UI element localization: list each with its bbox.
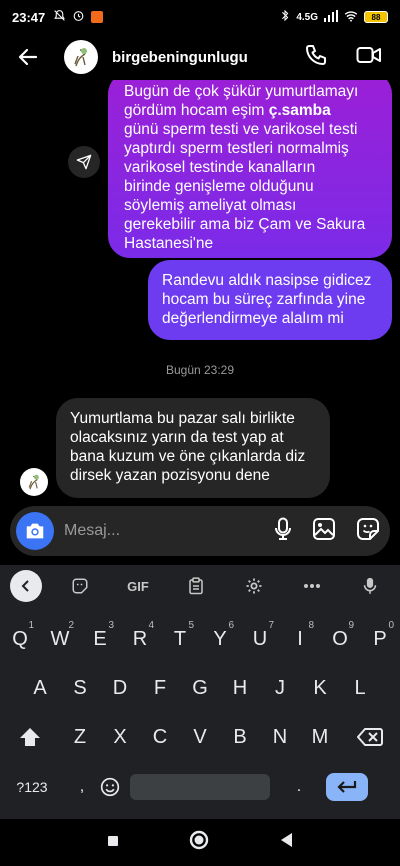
network-label: 4.5G (296, 11, 318, 23)
key[interactable]: Y6 (200, 617, 240, 661)
symbols-key[interactable]: ?123 (0, 765, 64, 809)
key[interactable]: Z (60, 715, 100, 759)
chat-username[interactable]: birgebeningunlugu (112, 49, 248, 66)
app-notification-icon (91, 11, 104, 23)
key[interactable]: O9 (320, 617, 360, 661)
message-line: yaptırdı sperm testleri normalmiş (124, 140, 349, 157)
message-line: dirsek yazan pozisyonu dene (70, 467, 270, 484)
mention-text[interactable]: ç.samba (269, 102, 331, 119)
gif-button[interactable]: GIF (118, 579, 158, 594)
settings-gear-icon[interactable] (234, 577, 274, 595)
keyboard-toolbar: GIF (0, 565, 400, 607)
key[interactable]: V (180, 715, 220, 759)
on-screen-keyboard: GIF Q1 W2 E3 R4 T5 Y6 U7 I8 O9 P0 A S D … (0, 565, 400, 819)
phone-call-icon[interactable] (304, 43, 328, 72)
sender-avatar[interactable] (20, 468, 48, 496)
alarm-icon (72, 9, 85, 25)
space-bar[interactable] (130, 774, 270, 800)
key[interactable]: W2 (40, 617, 80, 661)
backspace-key-icon[interactable] (340, 715, 400, 759)
key[interactable]: Q1 (0, 617, 40, 661)
status-time: 23:47 (12, 9, 46, 25)
message-line: gerekebilir ama biz Çam ve Sakura (124, 216, 366, 233)
message-line: varikosel testinde kanalların (124, 159, 316, 176)
key[interactable]: P0 (360, 617, 400, 661)
message-line: Hastanesi'ne (124, 235, 214, 252)
key[interactable]: A (20, 666, 60, 710)
status-bar: 23:47 4.5G 88 (0, 0, 400, 34)
message-input[interactable]: Mesaj... (64, 522, 120, 540)
key-row-2: A S D F G H J K L (0, 666, 400, 710)
key[interactable]: F (140, 666, 180, 710)
incoming-message[interactable]: Yumurtlama bu pazar salı birlikte olacak… (56, 398, 330, 498)
more-options-icon[interactable] (292, 583, 332, 589)
signal-icon (324, 9, 338, 25)
collapse-toolbar-button[interactable] (10, 570, 42, 602)
key[interactable]: H (220, 666, 260, 710)
key[interactable]: G (180, 666, 220, 710)
key[interactable]: D (100, 666, 140, 710)
message-line: günü sperm testi ve varikosel testi (124, 121, 358, 138)
video-call-icon[interactable] (356, 43, 382, 72)
key[interactable]: M (300, 715, 340, 759)
message-line: değerlendirmeye alalım mi (162, 310, 344, 327)
message-line: hocam bu süreç zarfında yine (162, 291, 366, 308)
key-row-4: ?123 , . (0, 765, 400, 809)
outgoing-message[interactable]: Bugün de çok şükür yumurtlamayı gördüm h… (108, 80, 392, 258)
key[interactable]: J (260, 666, 300, 710)
message-line: gördüm hocam eşim ç.samba (124, 101, 378, 120)
bluetooth-icon (280, 9, 290, 25)
sticker-icon[interactable] (356, 517, 380, 546)
key[interactable]: U7 (240, 617, 280, 661)
message-line: söylemiş ameliyat olması (124, 197, 297, 214)
mute-icon (53, 9, 66, 25)
back-arrow-icon[interactable] (14, 43, 42, 71)
message-line: olacaksınız yarın da test yap at (70, 429, 284, 446)
message-text: gördüm hocam eşim (124, 102, 269, 119)
key[interactable]: S (60, 666, 100, 710)
key-row-3: Z X C V B N M (0, 715, 400, 759)
system-navigation-bar (0, 819, 400, 866)
key[interactable]: B (220, 715, 260, 759)
key[interactable]: L (340, 666, 380, 710)
key[interactable]: X (100, 715, 140, 759)
emoji-key-icon[interactable] (100, 765, 120, 809)
emoji-sticker-icon[interactable] (60, 577, 100, 595)
message-timestamp: Bugün 23:29 (165, 363, 235, 377)
key-row-1: Q1 W2 E3 R4 T5 Y6 U7 I8 O9 P0 (0, 617, 400, 661)
enter-key-icon[interactable] (326, 773, 368, 801)
shift-key-icon[interactable] (0, 715, 60, 759)
clipboard-icon[interactable] (176, 577, 216, 595)
key[interactable]: N (260, 715, 300, 759)
outgoing-message[interactable]: Randevu aldık nasipse gidicez hocam bu s… (148, 260, 392, 340)
wifi-icon (344, 10, 358, 25)
key[interactable]: I8 (280, 617, 320, 661)
share-icon[interactable] (68, 146, 100, 178)
key[interactable]: E3 (80, 617, 120, 661)
message-line: Bugün de çok şükür yumurtlamayı (124, 83, 359, 100)
key[interactable]: R4 (120, 617, 160, 661)
gallery-icon[interactable] (312, 517, 336, 546)
battery-icon: 88 (364, 11, 388, 23)
recents-button-icon[interactable] (107, 834, 119, 852)
message-composer: Mesaj... (10, 506, 390, 556)
avatar[interactable] (64, 40, 98, 74)
key[interactable]: . (284, 765, 314, 809)
message-line: Yumurtlama bu pazar salı birlikte (70, 410, 295, 427)
message-line: bana kuzum ve öne çıkanlarda diz (70, 448, 306, 465)
chat-header: birgebeningunlugu (0, 34, 400, 80)
back-button-icon[interactable] (279, 832, 293, 853)
key[interactable]: T5 (160, 617, 200, 661)
key[interactable]: C (140, 715, 180, 759)
microphone-icon[interactable] (274, 517, 292, 546)
key[interactable]: K (300, 666, 340, 710)
key[interactable]: , (64, 765, 100, 809)
message-list[interactable]: Bugün de çok şükür yumurtlamayı gördüm h… (0, 80, 400, 505)
home-button-icon[interactable] (189, 830, 209, 855)
camera-button[interactable] (16, 512, 54, 550)
message-line: Randevu aldık nasipse gidicez (162, 272, 372, 289)
message-line: birinde genişleme olduğunu (124, 178, 314, 195)
voice-input-icon[interactable] (350, 576, 390, 596)
